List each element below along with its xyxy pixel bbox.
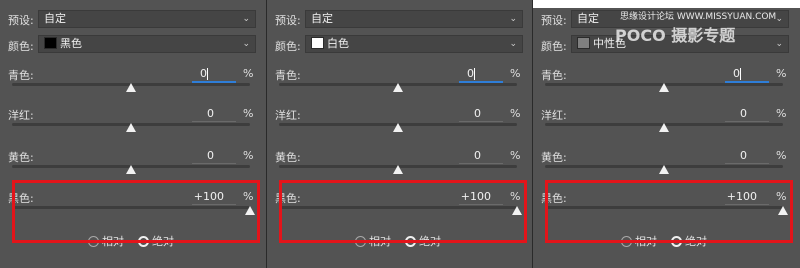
color-label: 颜色: xyxy=(275,40,301,53)
percent-unit: % xyxy=(510,107,521,120)
chevron-down-icon: ⌄ xyxy=(509,39,517,49)
panel-divider xyxy=(532,0,533,268)
color-swatch xyxy=(311,37,324,49)
slider-label: 黄色: xyxy=(8,151,34,164)
slider-value-field[interactable]: 0 xyxy=(454,67,474,80)
slider-value-field[interactable]: 0 xyxy=(447,149,481,162)
color-label: 颜色: xyxy=(8,40,34,53)
chevron-down-icon: ⌄ xyxy=(242,14,250,24)
slider-value-field[interactable]: 0 xyxy=(447,107,481,120)
slider-thumb[interactable] xyxy=(126,165,136,174)
chevron-down-icon: ⌄ xyxy=(509,14,517,24)
slider-thumb[interactable] xyxy=(126,83,136,92)
highlight-box xyxy=(12,180,260,243)
text-caret xyxy=(740,68,741,80)
highlight-box xyxy=(545,180,793,243)
percent-unit: % xyxy=(776,67,787,80)
slider-thumb[interactable] xyxy=(659,123,669,132)
color-value: 白色 xyxy=(327,37,349,50)
value-field-underline xyxy=(725,121,769,122)
color-swatch xyxy=(44,37,57,49)
slider-thumb[interactable] xyxy=(126,123,136,132)
color-value: 黑色 xyxy=(60,37,82,50)
slider-label: 青色: xyxy=(275,69,301,82)
color-label: 颜色: xyxy=(541,40,567,53)
slider-value-field[interactable]: 0 xyxy=(187,67,207,80)
preset-label: 预设: xyxy=(275,14,301,27)
preset-label: 预设: xyxy=(8,14,34,27)
slider-label: 青色: xyxy=(8,69,34,82)
text-caret xyxy=(207,68,208,80)
percent-unit: % xyxy=(243,67,254,80)
slider-thumb[interactable] xyxy=(393,83,403,92)
slider-value-field[interactable]: 0 xyxy=(713,149,747,162)
slider-label: 洋红: xyxy=(275,109,301,122)
watermark-background xyxy=(533,0,800,8)
text-caret xyxy=(474,68,475,80)
percent-unit: % xyxy=(776,149,787,162)
value-field-underline xyxy=(459,121,503,122)
percent-unit: % xyxy=(776,107,787,120)
slider-label: 黄色: xyxy=(541,151,567,164)
preset-value: 自定 xyxy=(44,12,66,25)
color-swatch xyxy=(577,37,590,49)
value-field-underline xyxy=(192,163,236,164)
highlight-box xyxy=(279,180,527,243)
watermark-brand-text: POCO 摄影专题 xyxy=(615,26,736,45)
color-dropdown[interactable]: 白色 ⌄ xyxy=(305,35,523,53)
slider-label: 洋红: xyxy=(541,109,567,122)
percent-unit: % xyxy=(243,107,254,120)
properties-panel: 预设: 自定 ⌄ 颜色: 黑色 ⌄ 青色: 0% 洋红: 0% 黄色: 0% 黑色: +100% 相对 绝对 xyxy=(0,0,266,268)
slider-value-field[interactable]: 0 xyxy=(180,149,214,162)
value-field-underline xyxy=(192,121,236,122)
panel-divider xyxy=(266,0,267,268)
preset-value: 自定 xyxy=(577,12,599,25)
slider-thumb[interactable] xyxy=(659,83,669,92)
preset-dropdown[interactable]: 自定 ⌄ xyxy=(38,10,256,28)
preset-label: 预设: xyxy=(541,14,567,27)
slider-thumb[interactable] xyxy=(393,165,403,174)
percent-unit: % xyxy=(243,149,254,162)
preset-dropdown[interactable]: 自定 ⌄ xyxy=(305,10,523,28)
slider-value-field[interactable]: 0 xyxy=(720,67,740,80)
color-dropdown[interactable]: 黑色 ⌄ xyxy=(38,35,256,53)
percent-unit: % xyxy=(510,67,521,80)
slider-thumb[interactable] xyxy=(393,123,403,132)
preset-value: 自定 xyxy=(311,12,333,25)
value-field-underline xyxy=(725,163,769,164)
percent-unit: % xyxy=(510,149,521,162)
chevron-down-icon: ⌄ xyxy=(775,39,783,49)
chevron-down-icon: ⌄ xyxy=(775,14,783,24)
slider-label: 洋红: xyxy=(8,109,34,122)
slider-value-field[interactable]: 0 xyxy=(180,107,214,120)
slider-thumb[interactable] xyxy=(659,165,669,174)
value-field-underline xyxy=(459,163,503,164)
properties-panel: 预设: 自定 ⌄ 颜色: 白色 ⌄ 青色: 0% 洋红: 0% 黄色: 0% 黑色: +100% 相对 绝对 xyxy=(267,0,533,268)
slider-label: 青色: xyxy=(541,69,567,82)
slider-label: 黄色: xyxy=(275,151,301,164)
watermark-site-text: 思缘设计论坛 WWW.MISSYUAN.COM xyxy=(620,12,777,22)
chevron-down-icon: ⌄ xyxy=(242,39,250,49)
slider-value-field[interactable]: 0 xyxy=(713,107,747,120)
